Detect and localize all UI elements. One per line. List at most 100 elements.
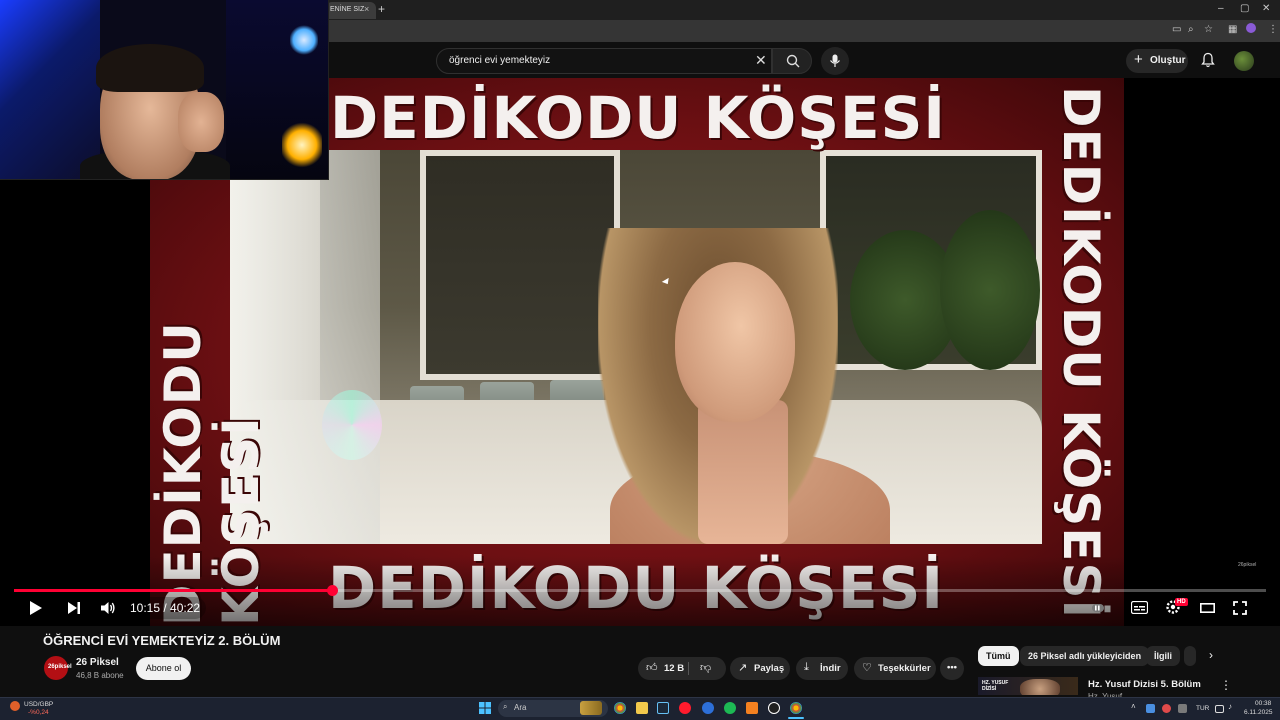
dislike-icon[interactable]: 👎︎ (700, 661, 711, 674)
voice-search-button[interactable] (821, 47, 849, 75)
opera-icon[interactable] (679, 702, 691, 714)
recommended-menu-icon[interactable]: ⋮ (1220, 678, 1232, 692)
spotify-icon[interactable] (724, 702, 736, 714)
scrubber-handle[interactable] (327, 585, 338, 596)
account-avatar[interactable] (1234, 51, 1254, 71)
channel-name[interactable]: 26 Piksel (76, 657, 119, 668)
chip-from-uploader[interactable]: 26 Piksel adlı yükleyiciden (1020, 646, 1150, 666)
menu-kebab-icon[interactable]: ⋮ (1268, 24, 1278, 35)
chrome-icon[interactable] (614, 702, 626, 714)
chrome-active-icon[interactable] (790, 702, 802, 714)
share-button[interactable]: ↗ Paylaş (730, 657, 790, 680)
bookmark-star-icon[interactable]: ☆ (1204, 24, 1213, 35)
chip-overflow[interactable] (1184, 646, 1196, 666)
tray-overflow-icon[interactable]: ˄ (1131, 702, 1136, 711)
zoom-icon[interactable]: ⌕ (1188, 24, 1194, 35)
share-label: Paylaş (754, 663, 785, 674)
autoplay-toggle-icon[interactable] (1092, 602, 1104, 614)
time-display: 10:15 / 40:22 (124, 597, 207, 619)
search-button[interactable] (772, 48, 812, 74)
ticker-change: -%0,24 (28, 709, 49, 716)
close-tab-icon[interactable]: × (364, 4, 369, 14)
extensions-icon[interactable]: ▦ (1228, 24, 1237, 35)
chip-all[interactable]: Tümü (978, 646, 1019, 666)
ticker-name: USD/GBP (24, 701, 54, 708)
next-video-icon[interactable] (67, 601, 81, 615)
maximize-icon[interactable]: ▢ (1240, 3, 1249, 14)
thumbnail-caption: HZ. YUSUF DİZİSİ (982, 680, 1009, 692)
play-icon[interactable] (29, 600, 43, 616)
download-label: İndir (820, 663, 841, 674)
browser-tab-title: ENİNE SIZ (330, 6, 365, 13)
like-count[interactable]: 12 B (664, 663, 684, 674)
taskbar-search-placeholder: Ara (514, 703, 527, 712)
browser-tab[interactable]: ENİNE SIZ × (326, 2, 376, 19)
current-time: 10:15 (130, 601, 161, 615)
subscribe-button[interactable]: Abone ol (136, 657, 191, 680)
hd-badge: HD (1175, 598, 1188, 606)
disc-reflection (322, 390, 382, 460)
language-indicator[interactable]: TUR (1196, 705, 1209, 712)
like-icon[interactable]: 👍︎ (646, 661, 658, 674)
minimize-icon[interactable]: – (1218, 3, 1224, 14)
download-icon: ⤓ (804, 661, 809, 673)
banner-top-text: DEDİKODU KÖŞESİ (330, 84, 946, 152)
clear-search-icon[interactable]: ✕ (755, 52, 767, 69)
create-button[interactable]: + Oluştur (1126, 49, 1188, 73)
tray-app-icon-2[interactable] (1162, 704, 1171, 713)
tray-app-icon-3[interactable] (1178, 704, 1187, 713)
search-highlight-icon (580, 701, 602, 715)
app-icon[interactable] (702, 702, 714, 714)
download-button[interactable]: ⤓ İndir (796, 657, 848, 680)
search-box[interactable]: öğrenci evi yemekteyiz ✕ (436, 48, 772, 74)
webcam-neon-background (0, 0, 100, 179)
steam-icon[interactable] (657, 702, 669, 714)
chip-related[interactable]: İlgili (1146, 646, 1180, 666)
windows-start-icon[interactable] (479, 702, 491, 714)
channel-avatar-logo: 26piksel (48, 664, 72, 670)
clock-time[interactable]: 00:38 (1255, 700, 1271, 707)
tray-app-icon[interactable] (1146, 704, 1155, 713)
progress-bar[interactable] (14, 585, 1266, 596)
thanks-button[interactable]: ♡ Teşekkürler (854, 657, 936, 680)
obs-icon[interactable] (768, 702, 780, 714)
close-window-icon[interactable]: ✕ (1262, 3, 1270, 14)
duration: 40:22 (170, 601, 201, 615)
file-explorer-icon[interactable] (636, 702, 648, 714)
plant (940, 210, 1040, 370)
more-actions-button[interactable]: ••• (940, 657, 964, 680)
subtitles-icon[interactable] (1131, 601, 1148, 614)
taskbar-search-icon: ⌕ (503, 702, 508, 711)
webcam-glow-light (290, 24, 318, 56)
streamer-webcam-overlay (0, 0, 329, 180)
progress-played (14, 589, 332, 592)
video-scene (230, 150, 1042, 544)
channel-avatar[interactable]: 26piksel (44, 656, 72, 680)
volume-tray-icon[interactable]: ♪ (1228, 702, 1232, 711)
active-app-indicator (788, 717, 804, 719)
theater-mode-icon[interactable] (1200, 603, 1215, 613)
webcam-lamp (282, 120, 322, 170)
taskbar-search[interactable]: ⌕ Ara (498, 700, 608, 717)
fullscreen-icon[interactable] (1233, 601, 1247, 615)
cast-icon[interactable]: ▭ (1172, 24, 1181, 35)
volume-icon[interactable] (100, 600, 116, 616)
notifications-bell-icon[interactable] (1200, 52, 1216, 68)
time-separator: / (160, 601, 171, 615)
network-icon[interactable] (1215, 705, 1224, 713)
banner-right-text: DEDİKODU KÖŞESİ (1052, 86, 1110, 620)
recommended-title[interactable]: Hz. Yusuf Dizisi 5. Bölüm (1088, 679, 1201, 690)
thanks-icon: ♡ (862, 662, 872, 674)
recommended-thumbnail[interactable]: HZ. YUSUF DİZİSİ (978, 677, 1078, 695)
stock-widget-icon[interactable] (10, 701, 20, 711)
new-tab-button[interactable]: + (378, 2, 385, 16)
search-icon (786, 54, 800, 68)
cloud-app-icon[interactable] (746, 702, 758, 714)
search-input[interactable]: öğrenci evi yemekteyiz (449, 55, 550, 66)
clock-date[interactable]: 6.11.2025 (1244, 709, 1272, 716)
person-face (675, 262, 795, 422)
chevron-right-icon[interactable]: › (1209, 648, 1213, 662)
like-dislike-group: 👍︎ 12 B 👎︎ (638, 657, 726, 680)
profile-icon[interactable] (1246, 23, 1256, 33)
plus-icon: + (1134, 51, 1143, 68)
